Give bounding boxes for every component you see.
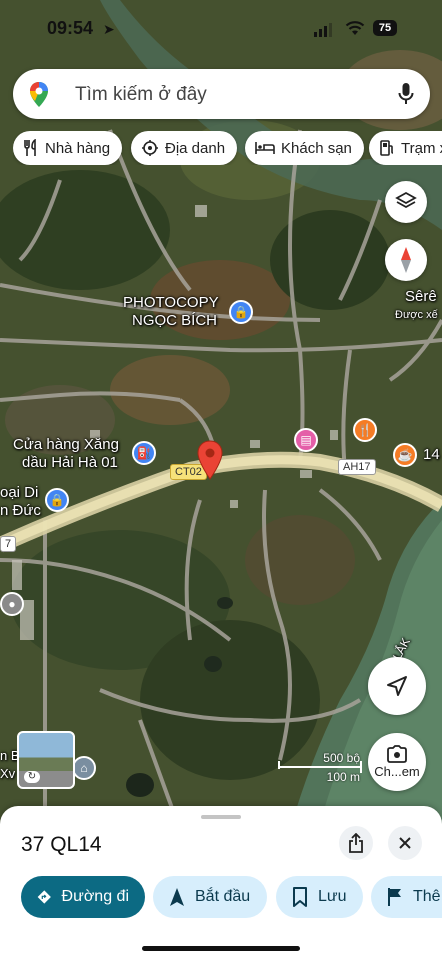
poi-label-sere[interactable]: Sêrê Được xế [395,288,438,324]
bed-icon [255,142,275,154]
poi-label-line: oại Di [0,484,39,501]
restaurant-icon[interactable]: 🍴 [353,418,377,442]
cafe-icon[interactable]: ☕ [393,443,417,467]
poi-label-left[interactable]: oại Di n Đức [0,484,41,520]
add-label-button[interactable]: Thê [371,876,442,918]
gas-station-icon[interactable]: ⛽ [132,441,156,465]
action-label: Đường đi [61,888,129,905]
poi-label-line: PHOTOCOPY [123,294,219,311]
google-maps-logo-icon [30,82,48,107]
poi-label-photocopy[interactable]: PHOTOCOPY NGỌC BÍCH [123,294,219,330]
scale-feet: 500 bộ [323,751,360,765]
flag-icon [388,888,401,906]
start-button[interactable]: Bắt đầu [153,876,267,918]
directions-button[interactable]: Đường đi [21,876,145,918]
status-bar: 09:54 ➤ 75 [0,18,442,44]
action-label: Thê [413,888,441,905]
chip-landmarks[interactable]: Địa danh [131,131,238,165]
chip-label: Trạm x [401,139,442,157]
location-pin-icon[interactable] [197,440,223,480]
microphone-icon[interactable] [398,82,414,106]
compass-button[interactable] [385,239,427,281]
poi-label-line: Sêrê [405,288,437,305]
route-shield-ah17: AH17 [338,459,376,475]
camera-search-button[interactable]: Ch...em [368,733,426,791]
camera-icon [387,745,407,763]
close-icon [399,837,411,849]
navigation-arrow-icon [387,676,407,696]
wifi-icon [345,21,365,35]
layers-button[interactable] [385,181,427,223]
poi-label-line: dầu Hải Hà 01 [22,454,118,471]
scale-meters: 100 m [326,770,360,784]
poi-label-gas-store[interactable]: Cửa hàng Xăng dầu Hải Hà 01 [13,436,119,472]
status-time: 09:54 [47,18,94,38]
home-indicator [142,946,300,951]
layers-icon [395,191,417,209]
gas-pump-icon [380,140,394,156]
poi-label-line: Được xế [395,309,438,321]
action-label: Lưu [318,888,347,905]
compass-icon [401,247,411,273]
save-button[interactable]: Lưu [276,876,363,918]
search-input[interactable]: Tìm kiếm ở đây [75,84,207,106]
cellular-signal-icon [314,23,332,37]
share-icon [349,833,363,853]
chip-gas-stations[interactable]: Trạm x [369,131,442,165]
action-buttons-row: Đường đi Bắt đầu Lưu Thê [0,876,442,918]
place-bottom-sheet[interactable]: 37 QL14 Đường đi Bắt đầu Lưu Thê [0,806,442,960]
shopping-bag-icon[interactable]: 🔒 [45,488,69,512]
chip-hotels[interactable]: Khách sạn [245,131,364,165]
map-scale: 500 bộ 100 m [278,748,362,788]
navigation-arrow-icon [170,888,184,906]
close-button[interactable] [388,826,422,860]
sheet-drag-handle[interactable] [201,815,241,819]
poi-label-line: Cửa hàng Xăng [13,436,119,453]
fork-knife-icon [24,139,36,156]
action-label: Bắt đầu [195,888,251,905]
category-chips: Nhà hàng Địa danh Khách sạn Trạm x [13,131,442,165]
rotate-360-icon: ↻ [24,771,40,783]
hotel-icon[interactable]: ▤ [294,428,318,452]
poi-label-line: NGỌC BÍCH [132,312,218,329]
location-arrow-icon: ➤ [103,21,115,37]
chip-restaurants[interactable]: Nhà hàng [13,131,123,165]
chip-label: Địa danh [165,139,226,157]
poi-label-line: n Đức [0,502,41,519]
landmark-icon [142,140,158,156]
bookmark-icon [293,887,307,907]
directions-icon [37,890,51,904]
chip-label: Khách sạn [281,139,352,157]
search-bar[interactable]: Tìm kiếm ở đây [13,69,430,119]
share-button[interactable] [339,826,373,860]
museum-icon[interactable]: ⌂ [72,756,96,780]
route-shield-edge: 7 [0,536,17,552]
place-dot-icon[interactable]: ● [0,592,24,616]
shopping-bag-icon[interactable]: 🔒 [229,300,253,324]
chip-label: Nhà hàng [45,139,111,157]
street-view-thumbnail[interactable]: ↻ [17,731,75,789]
camera-button-label: Ch...em [374,764,420,779]
my-location-button[interactable] [368,657,426,715]
place-title: 37 QL14 [21,833,102,856]
battery-icon: 75 [373,20,397,36]
poi-label-14[interactable]: 14 [423,446,440,464]
